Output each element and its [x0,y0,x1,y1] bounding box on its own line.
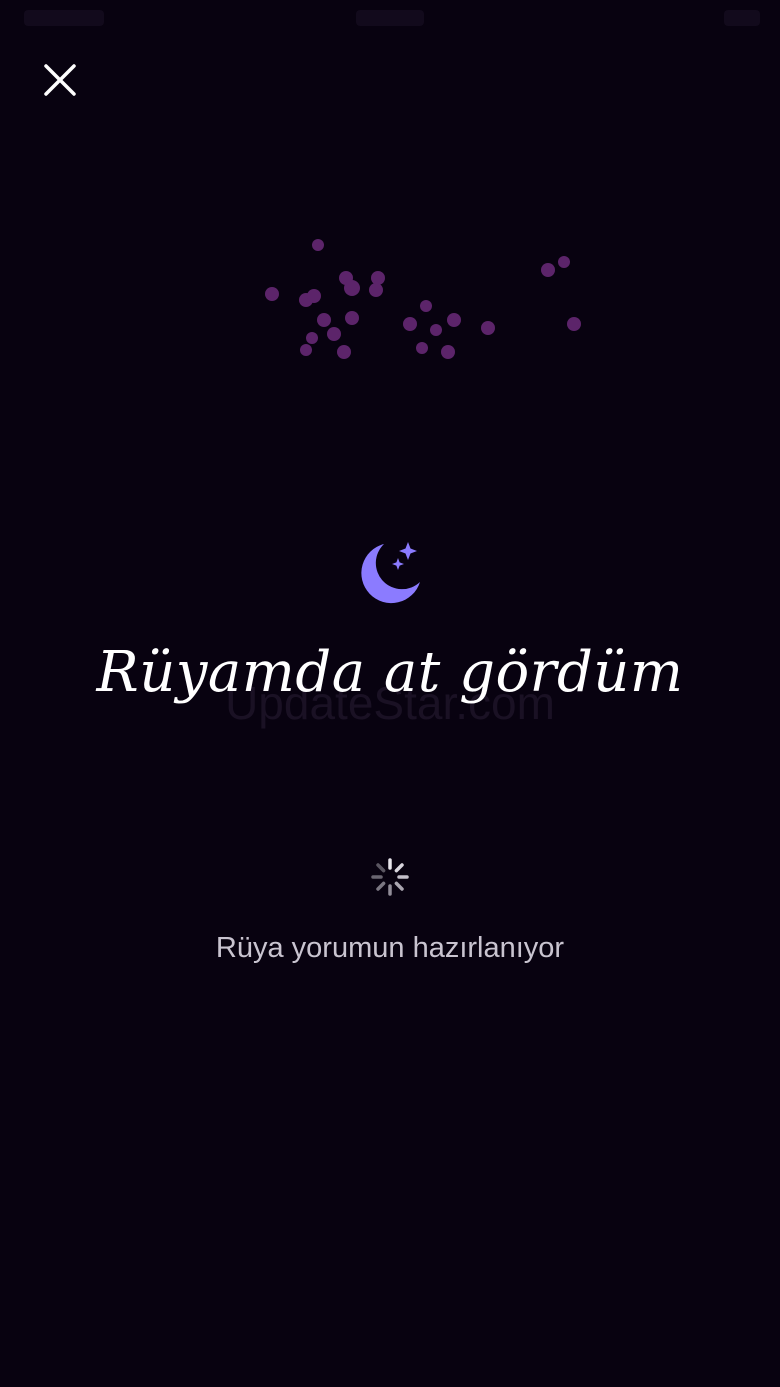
status-bar-time [24,10,104,26]
moon-stars-icon [361,542,420,604]
spinner-icon [371,858,409,896]
loading-status-text: Rüya yorumun hazırlanıyor [215,932,565,964]
close-icon [44,64,76,96]
status-bar [0,0,780,40]
particle-decoration [265,239,581,359]
status-bar-center [356,10,424,26]
battery-icon [724,10,760,26]
close-button[interactable] [36,56,84,104]
page-title: Rüyamda at gördüm [96,640,684,705]
